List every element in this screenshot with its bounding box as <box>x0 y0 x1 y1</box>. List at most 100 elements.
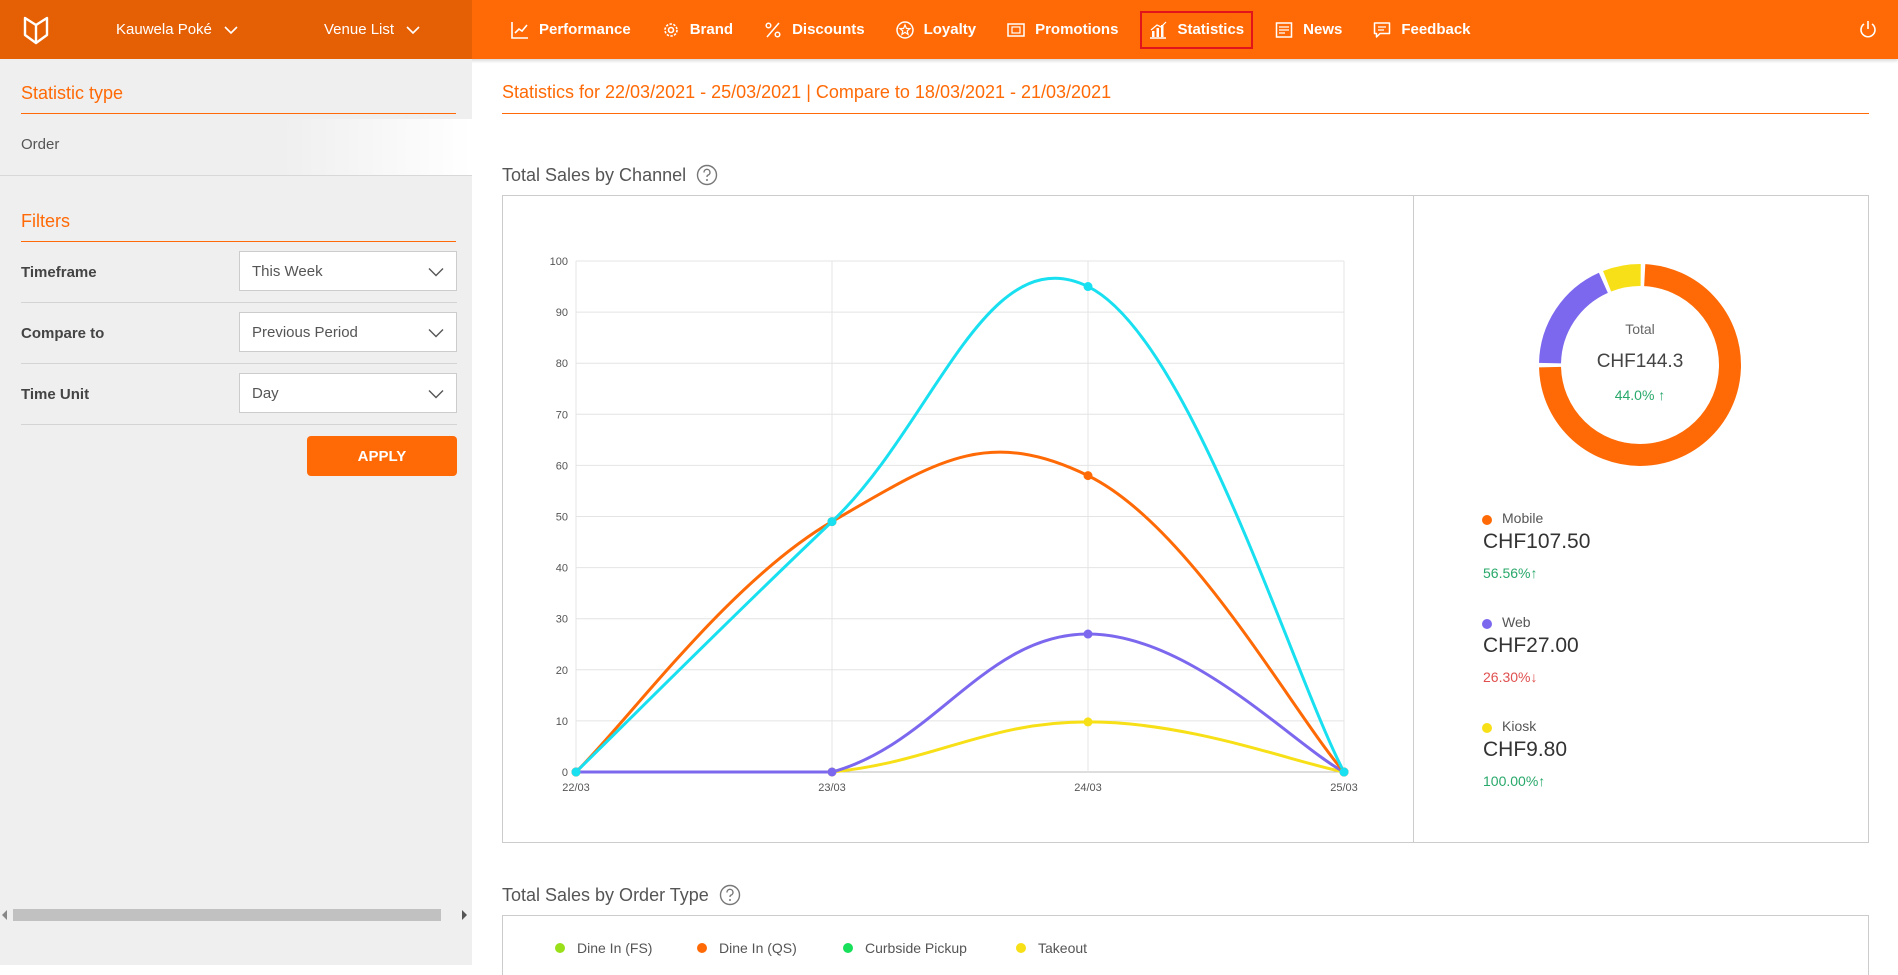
y-tick-label: 60 <box>556 460 568 472</box>
brand-logo-icon[interactable] <box>22 15 50 45</box>
venue-list-dropdown[interactable]: Venue List <box>324 0 420 59</box>
series-line <box>574 277 1346 774</box>
legend-dot <box>555 943 565 953</box>
y-tick-label: 0 <box>562 767 568 779</box>
legend-value: CHF27.00 <box>1483 634 1579 657</box>
nav-statistics[interactable]: Statistics <box>1140 10 1254 49</box>
legend-dot <box>1482 515 1492 525</box>
chevron-down-icon <box>428 268 444 277</box>
order-type-legend-dine-in-qs[interactable]: Dine In (QS) <box>697 940 797 956</box>
promotion-icon <box>1007 22 1025 37</box>
sales-by-order-type-heading: Total Sales by Order Type <box>502 884 741 906</box>
apply-button[interactable]: APPLY <box>307 436 457 476</box>
section-title-text: Total Sales by Order Type <box>502 884 709 905</box>
filters-title: Filters <box>21 211 70 231</box>
nav-discounts[interactable]: Discounts <box>755 11 874 49</box>
top-navbar: Kauwela Poké Venue List Performance Bran… <box>0 0 1898 59</box>
news-icon <box>1275 21 1293 38</box>
legend-name: Kiosk <box>1502 718 1537 734</box>
main-nav: Performance Brand Discounts Loyalty Prom… <box>502 0 1493 59</box>
nav-label: Performance <box>539 21 631 38</box>
timeframe-label: Timeframe <box>21 264 97 281</box>
venue-name: Kauwela Poké <box>116 21 212 38</box>
x-tick-label: 24/03 <box>1074 782 1102 794</box>
percent-icon <box>765 21 781 38</box>
legend-change: 26.30%↓ <box>1483 669 1538 685</box>
venue-selector[interactable]: Kauwela Poké <box>116 0 238 59</box>
compare-select[interactable]: Previous Period <box>239 312 457 352</box>
y-tick-label: 10 <box>556 716 568 728</box>
legend-name: Mobile <box>1502 510 1544 526</box>
data-point <box>1083 629 1093 639</box>
data-point <box>827 517 837 527</box>
timeframe-select[interactable]: This Week <box>239 251 457 291</box>
series-line <box>576 632 1345 774</box>
scrollbar-thumb[interactable] <box>13 909 441 921</box>
venue-bar: Kauwela Poké Venue List <box>0 0 472 59</box>
data-point <box>827 767 837 777</box>
statistic-type-option[interactable]: Order <box>0 119 472 176</box>
y-tick-label: 30 <box>556 614 568 626</box>
nav-loyalty[interactable]: Loyalty <box>887 11 986 49</box>
help-icon[interactable] <box>719 884 741 906</box>
statistic-type-title: Statistic type <box>21 83 124 103</box>
data-point <box>571 767 581 777</box>
chevron-down-icon <box>406 25 420 34</box>
feedback-icon <box>1374 21 1391 38</box>
y-tick-label: 100 <box>550 256 568 268</box>
nav-label: Promotions <box>1035 21 1119 38</box>
nav-label: Discounts <box>792 21 865 38</box>
filter-row-compare: Compare to Previous Period <box>21 303 457 364</box>
data-point <box>1083 282 1093 292</box>
legend-dot <box>1016 943 1026 953</box>
nav-performance[interactable]: Performance <box>502 11 640 49</box>
scroll-right-icon[interactable] <box>462 910 467 920</box>
donut-total-label: Total <box>1625 321 1655 337</box>
y-tick-label: 50 <box>556 512 568 524</box>
time-unit-value: Day <box>252 385 279 402</box>
total-donut-chart: Total CHF144.3 44.0% ↑ <box>1530 255 1750 475</box>
help-icon[interactable] <box>696 164 718 186</box>
data-point <box>1083 717 1093 727</box>
timeframe-value: This Week <box>252 263 323 280</box>
chart-line-icon <box>511 21 528 39</box>
time-unit-select[interactable]: Day <box>239 373 457 413</box>
nav-brand[interactable]: Brand <box>653 11 742 49</box>
legend-name: Dine In (FS) <box>577 940 653 956</box>
data-point <box>1339 767 1349 777</box>
legend-dot <box>1482 619 1492 629</box>
sales-line-chart: 0 10 20 30 40 50 60 70 80 90 100 22/03 23/03 24/03 25/… <box>550 256 1358 794</box>
scroll-left-icon[interactable] <box>2 910 7 920</box>
horizontal-scrollbar[interactable] <box>0 904 472 924</box>
nav-news[interactable]: News <box>1266 11 1351 49</box>
sales-by-channel-heading: Total Sales by Channel <box>502 164 718 186</box>
star-icon <box>895 20 914 39</box>
statistic-type-value: Order <box>21 136 60 153</box>
legend-name: Curbside Pickup <box>865 940 967 956</box>
legend-change: 56.56%↑ <box>1483 565 1538 581</box>
order-type-legend-curbside[interactable]: Curbside Pickup <box>843 940 967 956</box>
legend-dot <box>843 943 853 953</box>
compare-value: Previous Period <box>252 324 358 341</box>
donut-total-change: 44.0% ↑ <box>1614 387 1666 403</box>
divider <box>21 113 456 114</box>
legend-name: Web <box>1502 614 1531 630</box>
compare-label: Compare to <box>21 325 105 342</box>
time-unit-label: Time Unit <box>21 386 90 403</box>
gear-icon <box>663 22 678 37</box>
legend-value: CHF107.50 <box>1483 530 1591 553</box>
legend-name: Takeout <box>1038 940 1088 956</box>
donut-center: Total CHF144.3 44.0% ↑ <box>1530 255 1750 475</box>
filter-row-timeframe: Timeframe This Week <box>21 242 457 303</box>
legend-dot <box>697 943 707 953</box>
order-type-legend-takeout[interactable]: Takeout <box>1016 940 1087 956</box>
donut-total-value: CHF144.3 <box>1596 351 1684 372</box>
order-type-legend-dine-in-fs[interactable]: Dine In (FS) <box>555 940 652 956</box>
power-icon[interactable] <box>1858 19 1878 39</box>
legend-name: Dine In (QS) <box>719 940 797 956</box>
nav-label: Loyalty <box>923 21 977 38</box>
filter-row-time-unit: Time Unit Day <box>21 364 457 425</box>
chevron-down-icon <box>428 329 444 338</box>
nav-promotions[interactable]: Promotions <box>998 11 1127 49</box>
nav-feedback[interactable]: Feedback <box>1364 11 1479 49</box>
